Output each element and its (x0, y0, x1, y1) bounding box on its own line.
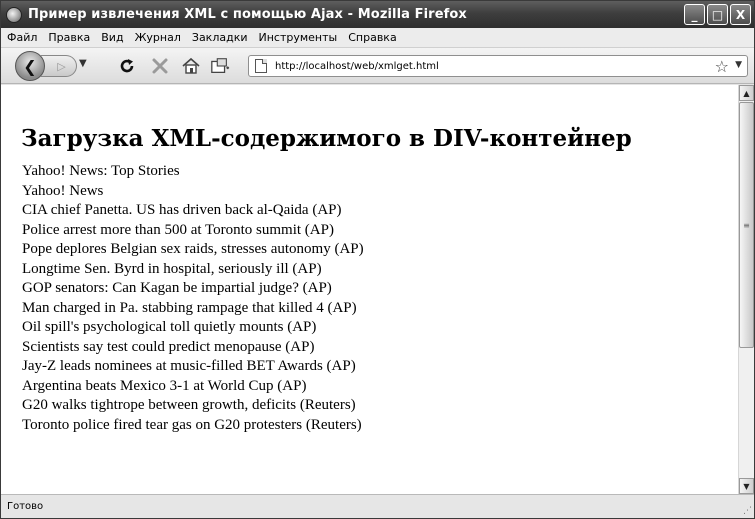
close-button[interactable]: X (730, 4, 751, 25)
window-controls: _ □ X (684, 4, 751, 25)
chevron-down-icon: ▼ (743, 481, 750, 491)
stop-button[interactable] (150, 56, 170, 76)
menu-bar: Файл Правка Вид Журнал Закладки Инструме… (1, 28, 754, 48)
list-item: G20 walks tightrope between growth, defi… (22, 397, 356, 413)
page-heading: Загрузка XML-содержимого в DIV-контейнер (21, 125, 632, 152)
reload-icon (120, 59, 134, 73)
list-item: Toronto police fired tear gas on G20 pro… (22, 416, 362, 433)
chevron-up-icon: ▲ (743, 88, 750, 98)
list-item: Scientists say test could predict menopa… (22, 338, 315, 355)
status-bar: Готово ⋰ (1, 494, 754, 518)
bookmark-add-button[interactable] (210, 56, 230, 76)
back-button[interactable]: ❮ (15, 51, 45, 81)
list-item: Longtime Sen. Byrd in hospital, seriousl… (22, 260, 322, 277)
address-bar[interactable]: http://localhost/web/xmlget.html ☆ ▼ (248, 55, 748, 77)
home-button[interactable] (181, 56, 201, 76)
history-dropdown-button[interactable]: ▼ (79, 58, 87, 69)
menu-edit[interactable]: Правка (48, 31, 90, 44)
navigation-toolbar: ▷ ❮ ▼ http://localhost/web/xmlget.html ☆… (1, 48, 754, 84)
scroll-up-button[interactable]: ▲ (739, 85, 754, 101)
firefox-icon (6, 6, 22, 23)
list-item: CIA chief Panetta. US has driven back al… (22, 202, 342, 218)
list-item: Yahoo! News: Top Stories (22, 163, 180, 179)
menu-tools[interactable]: Инструменты (259, 31, 338, 44)
news-list: Yahoo! News: Top Stories Yahoo! News CIA… (22, 162, 364, 435)
list-item: Argentina beats Mexico 3-1 at World Cup … (22, 377, 307, 394)
list-item: Oil spill's psychological toll quietly m… (22, 319, 317, 335)
menu-file[interactable]: Файл (7, 31, 37, 44)
status-text: Готово (7, 501, 44, 512)
chevron-down-icon: ▼ (79, 58, 87, 69)
reload-button[interactable] (117, 56, 137, 76)
title-bar[interactable]: Пример извлечения XML с помощью Ajax - M… (1, 1, 754, 28)
star-icon[interactable]: ☆ (715, 57, 729, 76)
list-item: Jay-Z leads nominees at music-filled BET… (22, 358, 356, 374)
window-title: Пример извлечения XML с помощью Ajax - M… (28, 7, 467, 22)
vertical-scrollbar[interactable]: ▲ ≡ ▼ (738, 85, 754, 494)
browser-window: Пример извлечения XML с помощью Ajax - M… (0, 0, 755, 519)
menu-bookmarks[interactable]: Закладки (192, 31, 248, 44)
list-item: GOP senators: Can Kagan be impartial jud… (22, 280, 332, 296)
menu-history[interactable]: Журнал (135, 31, 181, 44)
list-item: Police arrest more than 500 at Toronto s… (22, 221, 334, 238)
forward-button[interactable]: ▷ (41, 55, 77, 77)
scroll-down-button[interactable]: ▼ (739, 478, 754, 494)
scrollbar-thumb[interactable]: ≡ (739, 102, 754, 348)
home-icon (182, 57, 200, 74)
list-item: Pope deplores Belgian sex raids, stresse… (22, 241, 364, 257)
menu-view[interactable]: Вид (101, 31, 123, 44)
page-content: Загрузка XML-содержимого в DIV-контейнер… (1, 85, 738, 494)
list-item: Man charged in Pa. stabbing rampage that… (22, 299, 357, 316)
forward-arrow-icon: ▷ (57, 59, 66, 73)
grip-lines-icon: ≡ (743, 220, 750, 230)
url-dropdown-icon[interactable]: ▼ (735, 60, 742, 70)
resize-grip-icon[interactable]: ⋰ (743, 506, 752, 516)
bookmark-add-icon (211, 58, 230, 73)
list-item: Yahoo! News (22, 182, 104, 199)
menu-help[interactable]: Справка (348, 31, 396, 44)
maximize-button[interactable]: □ (707, 4, 728, 25)
url-input[interactable]: http://localhost/web/xmlget.html (275, 61, 439, 72)
back-arrow-icon: ❮ (23, 56, 37, 76)
stop-icon (152, 58, 168, 74)
page-icon (255, 59, 267, 73)
minimize-button[interactable]: _ (684, 4, 705, 25)
